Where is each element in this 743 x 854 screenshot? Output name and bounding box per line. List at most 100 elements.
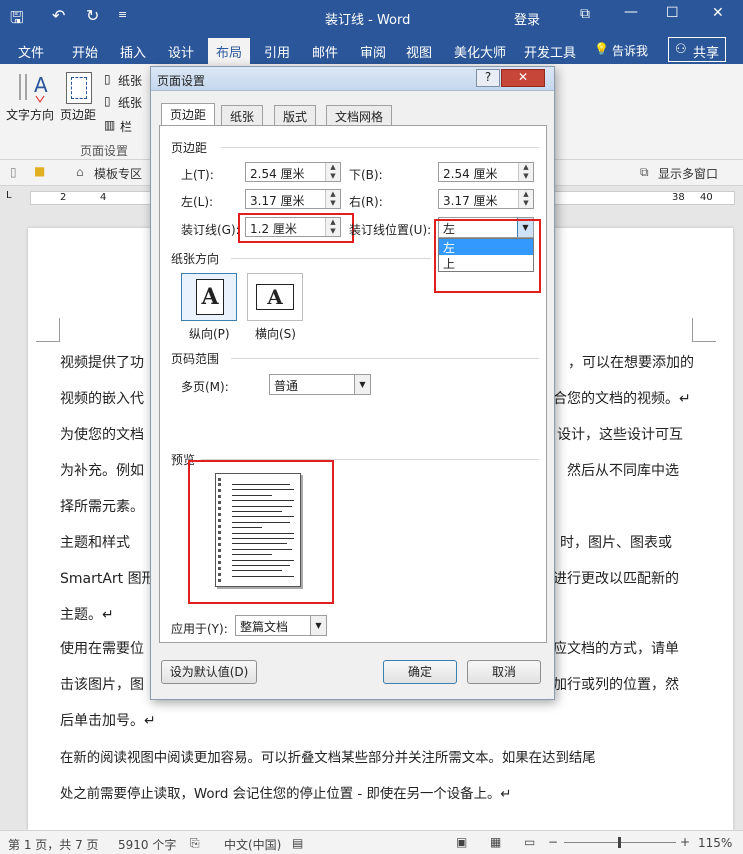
dropdown-arrow-icon[interactable]: ▼ (310, 616, 326, 635)
proofing-icon[interactable]: ⎘ (190, 836, 200, 851)
share-label: 共享 (693, 46, 720, 61)
vertical-ruler[interactable] (0, 210, 22, 830)
multi-pages-value: 普通 (274, 379, 299, 393)
language[interactable]: 中文(中国) (224, 836, 281, 853)
tab-stop-icon[interactable]: L (6, 190, 12, 201)
ribbon-options-icon[interactable]: ⧉ (580, 6, 590, 22)
tab-layout[interactable]: 布局 (208, 38, 251, 64)
portrait-label[interactable]: 纵向(P) (189, 325, 230, 342)
help-button[interactable]: ? (476, 69, 500, 87)
dialog-title-bar[interactable]: 页面设置 ? ✕ (151, 67, 554, 91)
margins-label[interactable]: 页边距 (60, 106, 96, 123)
landscape-label[interactable]: 横向(S) (255, 325, 296, 342)
multi-window-button[interactable]: 显示多窗口 (658, 165, 718, 182)
web-layout-icon[interactable]: ▭ (524, 835, 535, 849)
tab-beautify[interactable]: 美化大师 (454, 42, 506, 61)
login-link[interactable]: 登录 (514, 9, 540, 28)
doc-line: 处之前需要停止读取，Word 会记住您的停止位置 - 即使在另一个设备上。↵ (60, 787, 512, 802)
ribbon-tabs: 文件 开始 插入 设计 布局 引用 邮件 审阅 视图 美化大师 开发工具 💡 告… (0, 34, 743, 64)
left-margin-spinner[interactable]: 3.17 厘米 ▲ ▼ (245, 189, 341, 209)
tab-references[interactable]: 引用 (264, 42, 290, 61)
size-label[interactable]: 纸张 (118, 94, 142, 111)
tab-doc-grid[interactable]: 文档网格 (326, 105, 393, 125)
spin-up-icon[interactable]: ▲ (326, 190, 340, 199)
tab-home[interactable]: 开始 (72, 42, 98, 61)
word-count[interactable]: 5910 个字 (118, 836, 176, 853)
orientation-group-title: 纸张方向 (171, 252, 220, 266)
highlight-preview (188, 460, 334, 604)
cancel-button[interactable]: 取消 (467, 660, 541, 684)
top-margin-spinner[interactable]: 2.54 厘米 ▲ ▼ (245, 162, 341, 182)
portrait-icon: A (196, 279, 224, 315)
margins-icon[interactable] (66, 72, 92, 104)
tab-paper[interactable]: 纸张 (221, 105, 264, 125)
spin-down-icon[interactable]: ▼ (519, 199, 533, 208)
ok-button[interactable]: 确定 (383, 660, 457, 684)
text-direction-icon[interactable]: A (10, 70, 50, 104)
right-margin-spinner[interactable]: 3.17 厘米 ▲ ▼ (438, 189, 534, 209)
right-margin-value: 3.17 厘米 (443, 194, 498, 208)
apply-to-combo[interactable]: 整篇文档 ▼ (235, 615, 327, 636)
top-margin-value: 2.54 厘米 (250, 167, 305, 181)
portrait-button[interactable]: A (181, 273, 237, 321)
tab-design[interactable]: 设计 (168, 42, 194, 61)
left-label: 左(L): (181, 195, 214, 209)
tab-layout-dlg[interactable]: 版式 (274, 105, 317, 125)
save-icon[interactable]: 🖫 (10, 7, 24, 34)
doc-line: 视频的嵌入代 (60, 391, 144, 407)
spin-down-icon[interactable]: ▼ (326, 199, 340, 208)
customize-qat-icon[interactable]: ≡ (118, 8, 127, 21)
bottom-margin-spinner[interactable]: 2.54 厘米 ▲ ▼ (438, 162, 534, 182)
tab-mailings[interactable]: 邮件 (312, 42, 338, 61)
template-zone[interactable]: 模板专区 (94, 165, 142, 182)
spin-up-icon[interactable]: ▲ (326, 163, 340, 172)
apply-to-label: 应用于(Y): (171, 622, 228, 636)
dialog-close-button[interactable]: ✕ (501, 69, 545, 87)
set-default-button[interactable]: 设为默认值(D) (161, 660, 257, 684)
macro-icon[interactable]: ▤ (292, 836, 303, 850)
top-label: 上(T): (181, 168, 214, 182)
tell-me-link[interactable]: 告诉我 (612, 42, 648, 59)
dropdown-arrow-icon[interactable]: ▼ (354, 375, 370, 394)
zoom-thumb[interactable] (618, 837, 621, 848)
tab-margins[interactable]: 页边距 (161, 103, 216, 126)
home-icon[interactable]: ⌂ (76, 165, 84, 179)
document-title: 装订线 - Word (325, 13, 411, 28)
spin-down-icon[interactable]: ▼ (519, 172, 533, 181)
zoom-in-icon[interactable]: + (680, 835, 690, 849)
folder-icon[interactable]: ■ (34, 164, 45, 178)
landscape-button[interactable]: A (247, 273, 303, 321)
share-button[interactable]: ⚇ 共享 (668, 37, 726, 62)
tab-developer[interactable]: 开发工具 (524, 42, 576, 61)
minimize-icon[interactable]: — (624, 4, 638, 20)
zoom-level[interactable]: 115% (698, 836, 732, 850)
redo-icon[interactable]: ↻ (86, 6, 99, 25)
spin-up-icon[interactable]: ▲ (519, 190, 533, 199)
multi-pages-label: 多页(M): (181, 380, 229, 394)
focus-icon[interactable]: ▣ (456, 835, 467, 849)
zoom-out-icon[interactable]: − (548, 835, 558, 849)
maximize-icon[interactable]: ☐ (666, 5, 679, 21)
doc-line: 时，图片、图表或 (560, 535, 672, 551)
doc-line: 加行或列的位置，然 (553, 677, 679, 693)
text-direction-label[interactable]: 文字方向 (6, 106, 54, 123)
doc-line: 主题和样式 (60, 535, 130, 551)
tab-insert[interactable]: 插入 (120, 42, 146, 61)
page-count[interactable]: 第 1 页，共 7 页 (8, 836, 99, 853)
user-icon: ⚇ (675, 42, 687, 57)
close-icon[interactable]: ✕ (712, 5, 724, 21)
orientation-label[interactable]: 纸张 (118, 72, 142, 89)
tab-file[interactable]: 文件 (18, 42, 44, 61)
multi-pages-combo[interactable]: 普通 ▼ (269, 374, 371, 395)
print-layout-icon[interactable]: ▦ (490, 835, 501, 849)
columns-label[interactable]: 栏 (120, 118, 132, 135)
margins-group-title: 页边距 (171, 141, 208, 155)
doc-icon[interactable]: ▯ (10, 165, 17, 179)
spin-up-icon[interactable]: ▲ (519, 163, 533, 172)
tab-view[interactable]: 视图 (406, 42, 432, 61)
gutter-label: 装订线(G): (181, 223, 240, 237)
tab-review[interactable]: 审阅 (360, 42, 386, 61)
undo-icon[interactable]: ↶ (52, 6, 65, 25)
spin-down-icon[interactable]: ▼ (326, 172, 340, 181)
doc-line: 后单击加号。↵ (60, 713, 156, 729)
